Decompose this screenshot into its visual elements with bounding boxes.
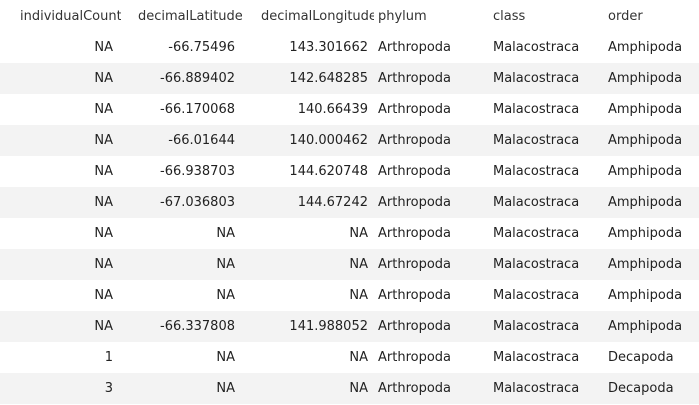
cell-decimalLatitude: -66.170068 [160,102,235,117]
column-header-order[interactable]: order [604,9,699,24]
cell-class: Malacostraca [493,133,580,148]
cell-decimalLongitude: NA [349,381,368,396]
cell-decimalLatitude: NA [216,226,235,241]
cell-decimalLongitude: NA [349,257,368,272]
cell-individualCount: NA [94,288,113,303]
cell-decimalLongitude: NA [349,350,368,365]
cell-individualCount: NA [94,257,113,272]
cell-class: Malacostraca [493,381,580,396]
cell-order: Decapoda [608,350,674,365]
cell-order: Amphipoda [608,319,683,334]
table-row[interactable]: 3 NA NA Arthropoda Malacostraca Decapoda [0,373,699,404]
table-header-row: individualCount decimalLatitude decimalL… [0,0,699,32]
cell-individualCount: NA [94,71,113,86]
cell-class: Malacostraca [493,195,580,210]
cell-phylum: Arthropoda [378,195,452,210]
cell-phylum: Arthropoda [378,350,452,365]
cell-order: Amphipoda [608,226,683,241]
cell-decimalLongitude: NA [349,288,368,303]
cell-class: Malacostraca [493,40,580,55]
cell-order: Amphipoda [608,102,683,117]
cell-individualCount: NA [94,164,113,179]
table-row[interactable]: NA -66.75496 143.301662 Arthropoda Malacostr… [0,32,699,63]
cell-phylum: Arthropoda [378,40,452,55]
column-header-class[interactable]: class [489,9,604,24]
table-row[interactable]: NA -66.01644 140.000462 Arthropoda Malacostr… [0,125,699,156]
cell-order: Amphipoda [608,71,683,86]
cell-order: Amphipoda [608,40,683,55]
cell-individualCount: NA [94,226,113,241]
cell-individualCount: 3 [104,381,113,396]
column-header-decimalLatitude[interactable]: decimalLatitude [121,9,242,24]
cell-phylum: Arthropoda [378,133,452,148]
cell-decimalLatitude: -67.036803 [160,195,235,210]
cell-decimalLongitude: 144.620748 [289,164,368,179]
cell-decimalLatitude: NA [216,288,235,303]
cell-decimalLatitude: -66.938703 [160,164,235,179]
cell-phylum: Arthropoda [378,102,452,117]
cell-phylum: Arthropoda [378,164,452,179]
cell-phylum: Arthropoda [378,319,452,334]
cell-class: Malacostraca [493,226,580,241]
cell-class: Malacostraca [493,257,580,272]
cell-phylum: Arthropoda [378,288,452,303]
cell-decimalLatitude: -66.337808 [160,319,235,334]
table-row[interactable]: NA -66.337808 141.988052 Arthropoda Malacost… [0,311,699,342]
cell-decimalLongitude: 144.67242 [297,195,368,210]
table-row[interactable]: NA NA NA Arthropoda Malacostraca Amphipoda [0,280,699,311]
cell-class: Malacostraca [493,350,580,365]
cell-order: Amphipoda [608,133,683,148]
table-row[interactable]: NA -67.036803 144.67242 Arthropoda Malacostr… [0,187,699,218]
cell-phylum: Arthropoda [378,381,452,396]
table-row[interactable]: 1 NA NA Arthropoda Malacostraca Decapoda [0,342,699,373]
cell-order: Amphipoda [608,288,683,303]
table-body: NA -66.75496 143.301662 Arthropoda Malacostr… [0,32,699,404]
cell-decimalLongitude: 140.66439 [297,102,368,117]
table-row[interactable]: NA -66.889402 142.648285 Arthropoda Malacost… [0,63,699,94]
table-row[interactable]: NA NA NA Arthropoda Malacostraca Amphipoda [0,218,699,249]
cell-decimalLatitude: NA [216,350,235,365]
cell-class: Malacostraca [493,164,580,179]
cell-decimalLongitude: NA [349,226,368,241]
table-row[interactable]: NA NA NA Arthropoda Malacostraca Amphipoda [0,249,699,280]
cell-decimalLatitude: NA [216,257,235,272]
cell-phylum: Arthropoda [378,257,452,272]
cell-decimalLongitude: 140.000462 [289,133,368,148]
cell-individualCount: NA [94,40,113,55]
cell-decimalLatitude: -66.01644 [168,133,235,148]
table-row[interactable]: NA -66.170068 140.66439 Arthropoda Malacostr… [0,94,699,125]
cell-decimalLatitude: -66.75496 [168,40,235,55]
cell-decimalLatitude: NA [216,381,235,396]
cell-decimalLongitude: 143.301662 [289,40,368,55]
cell-order: Amphipoda [608,164,683,179]
cell-individualCount: NA [94,319,113,334]
cell-phylum: Arthropoda [378,71,452,86]
cell-individualCount: NA [94,195,113,210]
cell-decimalLongitude: 141.988052 [289,319,368,334]
cell-class: Malacostraca [493,319,580,334]
cell-phylum: Arthropoda [378,226,452,241]
column-header-phylum[interactable]: phylum [374,9,489,24]
cell-individualCount: 1 [104,350,113,365]
cell-decimalLongitude: 142.648285 [289,71,368,86]
cell-class: Malacostraca [493,71,580,86]
cell-individualCount: NA [94,133,113,148]
data-table: individualCount decimalLatitude decimalL… [0,0,699,404]
column-header-decimalLongitude[interactable]: decimalLongitude [242,9,374,24]
cell-class: Malacostraca [493,102,580,117]
cell-order: Decapoda [608,381,674,396]
cell-order: Amphipoda [608,257,683,272]
cell-individualCount: NA [94,102,113,117]
table-row[interactable]: NA -66.938703 144.620748 Arthropoda Malacost… [0,156,699,187]
cell-order: Amphipoda [608,195,683,210]
column-header-individualCount[interactable]: individualCount [0,9,121,24]
cell-decimalLatitude: -66.889402 [160,71,235,86]
cell-class: Malacostraca [493,288,580,303]
